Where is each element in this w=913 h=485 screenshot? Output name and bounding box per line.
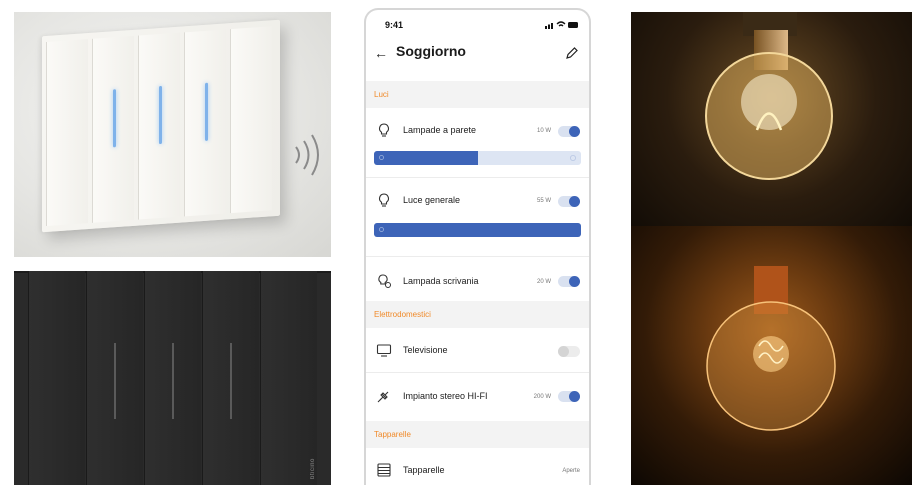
app-header: ← Soggiorno [366,38,589,78]
wifi-icon [556,21,566,25]
switch-key [184,29,226,217]
row-label: Lampade a parete [403,125,477,135]
phone-app-screen: 9:41 ← Soggiorno Luci Lampade a parete 1… [364,8,591,485]
toggle-switch[interactable] [558,276,580,287]
bulb-photo [631,12,912,485]
dimmer-fill [374,151,478,165]
row-label: Luce generale [403,195,461,205]
toggle-knob [569,276,580,287]
power-value: 200 W [533,394,551,400]
bulb-plug-icon [378,274,391,288]
power-value: 20 W [536,279,551,285]
back-arrow-icon[interactable]: ← [374,44,390,62]
list-item-tapparelle[interactable]: Tapparelle Aperte [366,448,589,485]
bulb-icon [379,123,389,137]
section-label-tapparelle: Tapparelle [366,421,589,448]
shutter-status: Aperte [562,468,580,474]
page-title: Soggiorno [396,43,466,59]
dimmer-slider[interactable] [374,223,581,237]
led-indicator [230,343,232,419]
row-label: Televisione [403,345,448,355]
led-indicator [158,85,162,145]
switch-key [260,271,317,485]
toggle-switch[interactable] [558,346,580,357]
led-indicator [114,343,116,419]
list-item-luce-generale: Luce generale 55 W [366,178,589,242]
switch-key [144,271,201,485]
status-bar: 9:41 [366,10,589,38]
dim-min-icon [379,227,384,232]
led-indicator [172,343,174,419]
edit-pencil-icon[interactable] [565,46,579,60]
power-value: 10 W [536,128,551,134]
status-time: 9:41 [385,20,404,30]
dimmer-slider[interactable] [374,151,581,165]
status-icons [545,21,578,29]
list-item-televisione: Televisione [366,328,589,372]
list-item-lampade-a-parete: Lampade a parete 10 W [366,108,589,172]
led-indicator [204,82,208,141]
list-item-lampada-scrivania: Lampada scrivania 20 W [366,257,589,305]
toggle-switch[interactable] [558,391,580,402]
toggle-knob [558,346,569,357]
toggle-knob [569,196,580,207]
row-label: Lampada scrivania [403,276,479,286]
white-switch-plate [42,19,280,233]
signal-icon [545,26,547,29]
toggle-knob [569,126,580,137]
toggle-knob [569,391,580,402]
switch-key [202,271,259,485]
switch-key [230,26,272,214]
plug-icon [377,391,389,403]
toggle-switch[interactable] [558,196,580,207]
bulb-bright-photo [631,226,912,485]
switch-key [46,39,88,227]
switch-key [138,32,180,220]
switch-key [92,35,134,223]
led-indicator [112,89,116,148]
brand-logo: bticino [310,458,316,479]
tv-icon [376,344,392,357]
switch-key [28,271,85,485]
section-label-elettrodomestici: Elettrodomestici [366,301,589,328]
dim-max-icon [570,155,576,161]
switch-key [86,271,143,485]
white-switch-photo [14,12,331,257]
dimmer-fill [374,223,581,237]
section-label-luci: Luci [366,81,589,108]
shutter-icon [377,463,391,477]
power-value: 55 W [536,198,551,204]
battery-icon [568,22,578,28]
row-label: Tapparelle [403,465,445,475]
dim-min-icon [379,155,384,160]
row-label: Impianto stereo HI-FI [403,391,488,401]
wireless-signal-icon [295,134,319,176]
bulb-icon [379,193,389,207]
toggle-switch[interactable] [558,126,580,137]
dark-switch-photo: bticino [14,271,331,485]
bulb-dim-photo [631,12,912,226]
bulb-illustration [706,266,836,431]
list-item-impianto-stereo: Impianto stereo HI-FI 200 W [366,373,589,419]
bulb-illustration [705,12,833,180]
